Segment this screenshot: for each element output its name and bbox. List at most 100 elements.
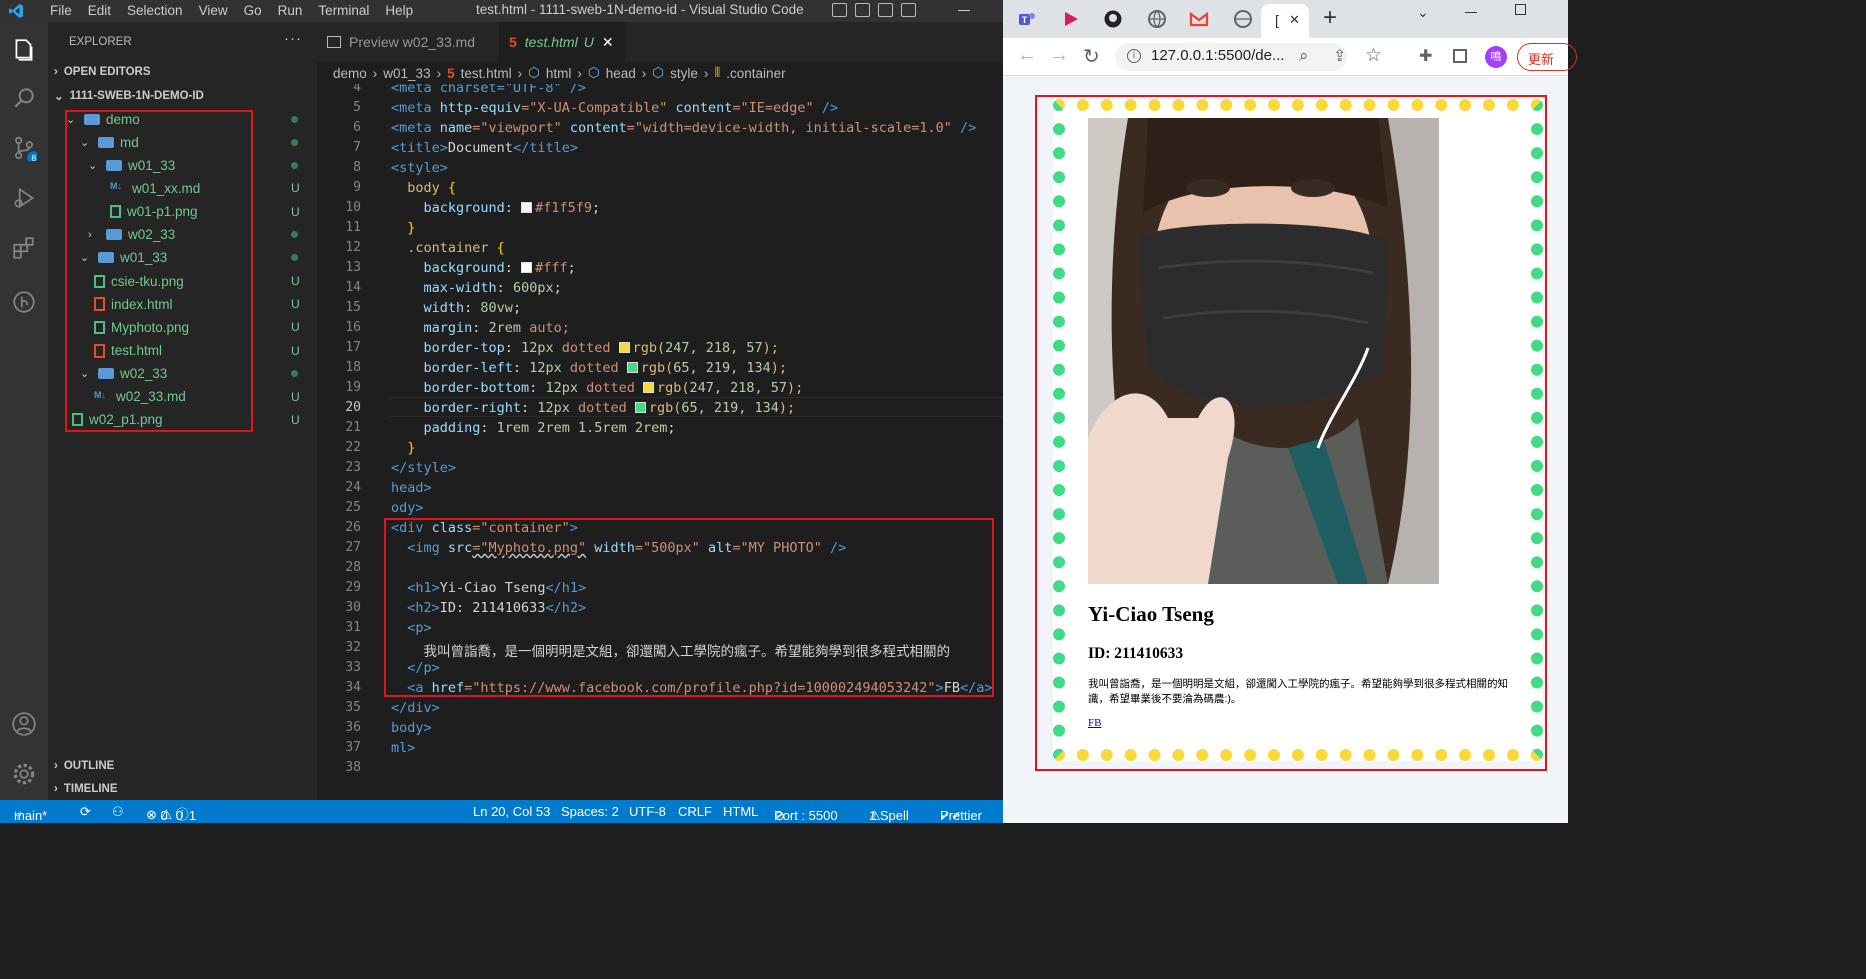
code-line-22: }: [391, 440, 416, 456]
breadcrumb-item[interactable]: style: [670, 66, 698, 81]
git-graph-icon[interactable]: [10, 288, 38, 316]
customize-layout-icon[interactable]: [901, 3, 916, 17]
color-swatch[interactable]: [521, 262, 533, 273]
code-line-7: <title>Document</title>: [391, 140, 578, 156]
eol-status[interactable]: CRLF: [678, 804, 712, 819]
tab-close-icon[interactable]: ✕: [602, 34, 614, 51]
teams-icon[interactable]: T: [1017, 9, 1037, 29]
breadcrumb-item[interactable]: head: [606, 66, 636, 81]
modified-dot-icon: [291, 247, 298, 269]
minimize-icon[interactable]: [958, 10, 970, 11]
zoom-icon[interactable]: ⌕: [1299, 46, 1309, 66]
back-icon[interactable]: ←: [1017, 44, 1037, 67]
update-button[interactable]: 更新: [1517, 43, 1577, 71]
side-panel-icon[interactable]: [1453, 49, 1467, 63]
extensions-puzzle-icon[interactable]: ✚: [1419, 46, 1432, 66]
breadcrumb-item[interactable]: demo: [333, 66, 367, 81]
language-mode[interactable]: HTML: [723, 804, 758, 819]
color-swatch[interactable]: [642, 382, 654, 393]
forward-icon[interactable]: →: [1049, 44, 1069, 67]
chevron-right-icon: ›: [54, 783, 58, 795]
active-browser-tab[interactable]: [ ✕: [1261, 4, 1309, 38]
line-number: 30: [345, 600, 361, 615]
line-number: 8: [353, 160, 361, 175]
page-heading: Yi-Ciao Tseng: [1088, 602, 1214, 626]
project-section[interactable]: ⌄ 1111-SWEB-1N-DEMO-ID: [54, 89, 204, 103]
site-info-icon[interactable]: i: [1127, 49, 1141, 63]
encoding-status[interactable]: UTF-8: [629, 804, 666, 819]
github-icon[interactable]: [1103, 9, 1123, 29]
tab-title: [: [1275, 12, 1279, 28]
accounts-icon[interactable]: [10, 710, 38, 738]
share-icon[interactable]: ⇪: [1333, 46, 1346, 66]
explorer-icon[interactable]: [10, 36, 38, 64]
address-bar[interactable]: i 127.0.0.1:5500/de...: [1115, 43, 1347, 71]
maximize-icon[interactable]: [1515, 4, 1526, 15]
explorer-header: EXPLORER: [69, 36, 132, 48]
menu-go[interactable]: Go: [236, 2, 270, 20]
globe-icon[interactable]: [1147, 9, 1167, 29]
source-control-icon[interactable]: 8: [10, 134, 38, 162]
indentation-status[interactable]: Spaces: 2: [561, 804, 619, 819]
tab-test-html[interactable]: 5 test.html U ✕: [499, 22, 625, 62]
play-icon[interactable]: [1061, 9, 1081, 29]
vscode-window: File Edit Selection View Go Run Terminal…: [0, 0, 1003, 823]
cursor-position[interactable]: Ln 20, Col 53: [473, 804, 550, 819]
chevron-right-icon: ›: [436, 65, 442, 81]
open-editors-section[interactable]: › OPEN EDITORS: [54, 66, 151, 78]
code-line-36: body>: [391, 720, 432, 736]
breadcrumb-item[interactable]: html: [546, 66, 572, 81]
line-number: 37: [345, 740, 361, 755]
tab-search-chevron-icon[interactable]: ⌄: [1417, 4, 1429, 21]
search-icon[interactable]: [10, 84, 38, 112]
code-line-10: background: #f1f5f9;: [391, 200, 601, 216]
new-tab-button[interactable]: +: [1323, 4, 1337, 32]
toggle-secondary-sidebar-icon[interactable]: [878, 3, 893, 17]
extensions-icon[interactable]: [10, 234, 38, 262]
code-line-23: </style>: [391, 460, 457, 476]
more-actions-icon[interactable]: ···: [284, 30, 302, 47]
menu-run[interactable]: Run: [270, 2, 311, 20]
profile-avatar[interactable]: 鳴: [1485, 46, 1507, 68]
git-status-badge: U: [291, 320, 300, 335]
sync-icon[interactable]: ⟳: [80, 804, 91, 820]
line-number: 11: [345, 220, 361, 235]
tab-preview-w02-33-md[interactable]: Preview w02_33.md: [317, 22, 499, 62]
line-number: 17: [345, 340, 361, 355]
color-swatch[interactable]: [521, 202, 533, 213]
code-highlight-box: [384, 518, 994, 697]
code-line-15: width: 80vw;: [391, 300, 522, 316]
bookmark-star-icon[interactable]: ☆: [1365, 44, 1382, 67]
color-swatch[interactable]: [626, 362, 638, 373]
breadcrumb-item[interactable]: w01_33: [383, 66, 430, 81]
toggle-panel-icon[interactable]: [855, 3, 870, 17]
breadcrumb-item[interactable]: test.html: [461, 66, 512, 81]
code-line-12: .container {: [391, 240, 505, 256]
run-debug-icon[interactable]: [10, 184, 38, 212]
menu-terminal[interactable]: Terminal: [310, 2, 377, 20]
html-file-icon: 5: [447, 65, 455, 81]
menu-view[interactable]: View: [191, 2, 236, 20]
outline-section[interactable]: › OUTLINE: [54, 760, 114, 772]
menu-file[interactable]: File: [42, 2, 80, 20]
facebook-link[interactable]: FB: [1088, 717, 1101, 729]
git-status-badge: U: [291, 343, 300, 358]
gmail-icon[interactable]: [1189, 9, 1209, 29]
settings-gear-icon[interactable]: [10, 760, 38, 788]
toggle-primary-sidebar-icon[interactable]: [832, 3, 847, 17]
minimize-icon[interactable]: [1465, 12, 1477, 13]
problems-status[interactable]: ⊗ 0 ⚠ 0 ⓘ 1: [146, 804, 196, 823]
code-line-25: ody>: [391, 500, 424, 516]
menu-edit[interactable]: Edit: [80, 2, 119, 20]
git-graph-status-icon[interactable]: ⚇: [112, 804, 124, 820]
reload-icon[interactable]: ↻: [1083, 44, 1100, 69]
tab-close-icon[interactable]: ✕: [1289, 12, 1300, 28]
globe-icon[interactable]: [1233, 9, 1253, 29]
menu-help[interactable]: Help: [377, 2, 421, 20]
menu-selection[interactable]: Selection: [119, 2, 191, 20]
timeline-label: TIMELINE: [63, 783, 118, 795]
timeline-section[interactable]: › TIMELINE: [54, 783, 118, 795]
dot-icon: [291, 115, 298, 123]
color-swatch[interactable]: [618, 342, 630, 353]
breadcrumb-item[interactable]: .container: [726, 66, 785, 81]
